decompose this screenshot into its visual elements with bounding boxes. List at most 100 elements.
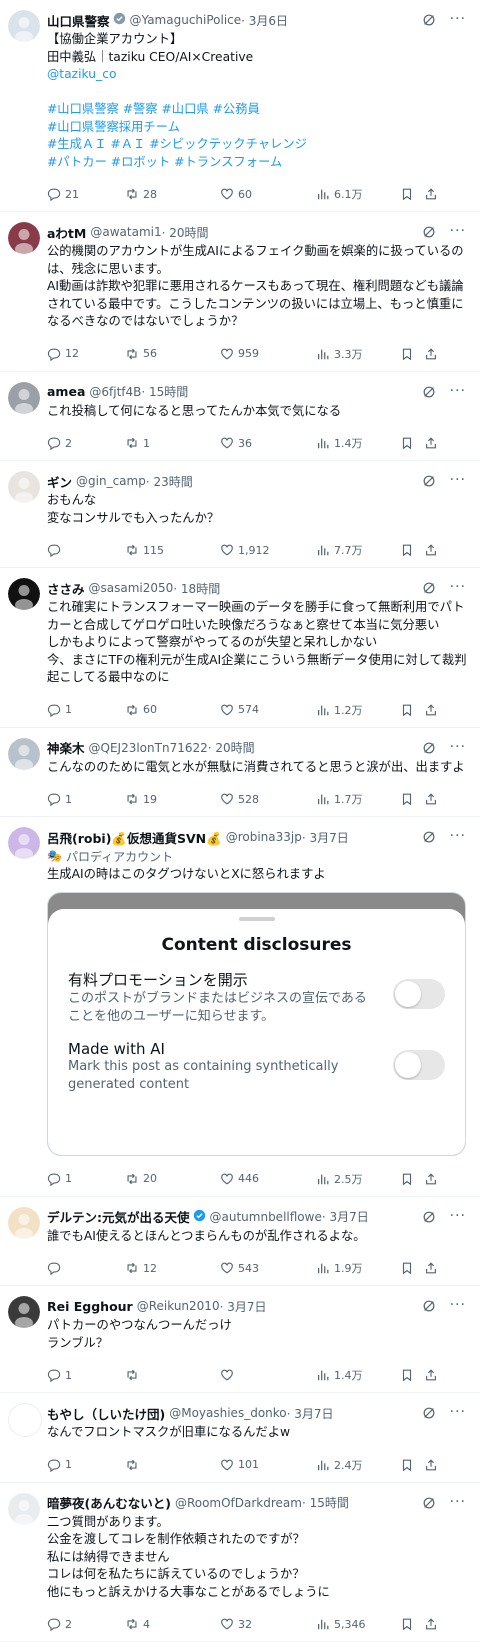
retweet-button[interactable]: 20 (125, 1172, 220, 1186)
timestamp[interactable]: · 15時間 (302, 1494, 349, 1511)
grok-icon[interactable] (422, 224, 436, 238)
like-button[interactable]: 528 (220, 792, 316, 806)
bookmark-button[interactable] (400, 187, 424, 201)
bookmark-button[interactable] (400, 1458, 424, 1472)
retweet-button[interactable]: 28 (125, 187, 220, 201)
reply-button[interactable]: 1 (47, 1458, 125, 1472)
more-options-icon[interactable]: ··· (450, 1298, 466, 1312)
bookmark-button[interactable] (400, 436, 424, 450)
share-button[interactable] (424, 1458, 440, 1472)
reply-button[interactable]: 1 (47, 1172, 125, 1186)
avatar[interactable] (8, 1296, 40, 1328)
grok-icon[interactable] (422, 1495, 436, 1509)
retweet-button[interactable] (125, 1368, 220, 1382)
bookmark-button[interactable] (400, 347, 424, 361)
views-button[interactable]: 2.5万 (316, 1171, 400, 1187)
bookmark-button[interactable] (400, 1617, 424, 1631)
user-handle[interactable]: @autumnbellflowe (210, 1210, 322, 1224)
avatar[interactable] (8, 738, 40, 770)
user-handle[interactable]: @Moyashies_donko (169, 1406, 286, 1420)
tweet-8[interactable]: ··· デルテン:元気が出る天使 @autumnbellflowe · 3月7日… (0, 1197, 480, 1287)
views-button[interactable]: 1.4万 (316, 435, 400, 451)
bookmark-button[interactable] (400, 1172, 424, 1186)
avatar[interactable] (8, 1403, 42, 1437)
timestamp[interactable]: · 3月7日 (322, 1208, 369, 1225)
avatar[interactable] (8, 382, 40, 414)
more-options-icon[interactable]: ··· (450, 580, 466, 594)
tweet-9[interactable]: ··· Rei Egghour @Reikun2010 · 3月7日 パトカーの… (0, 1286, 480, 1393)
more-options-icon[interactable]: ··· (450, 829, 466, 843)
views-button[interactable]: 2.4万 (316, 1457, 400, 1473)
retweet-button[interactable]: 4 (125, 1617, 220, 1631)
share-button[interactable] (424, 1172, 440, 1186)
reply-button[interactable]: 2 (47, 1617, 125, 1631)
user-handle[interactable]: @QEJ23lonTn71622 (89, 741, 208, 755)
reply-button[interactable] (47, 543, 125, 557)
tweet-link-line[interactable]: #生成ＡＩ #ＡＩ #シビックテックチャレンジ (47, 136, 468, 154)
timestamp[interactable]: · 18時間 (173, 580, 220, 597)
reply-button[interactable] (47, 1261, 125, 1275)
reply-button[interactable]: 1 (47, 703, 125, 717)
avatar[interactable] (8, 578, 40, 610)
views-button[interactable]: 7.7万 (316, 542, 400, 558)
like-button[interactable]: 32 (220, 1617, 316, 1631)
timestamp[interactable]: · 3月7日 (302, 829, 349, 846)
bookmark-button[interactable] (400, 703, 424, 717)
avatar[interactable] (8, 471, 40, 503)
tweet-10[interactable]: ··· もやし（しいたけ団) @Moyashies_donko · 3月7日 な… (0, 1393, 480, 1483)
views-button[interactable]: 1.7万 (316, 791, 400, 807)
user-handle[interactable]: @RoomOfDarkdream (175, 1496, 302, 1510)
tweet-7[interactable]: ··· 呂飛(robi)💰仮想通貨SVN💰 @robina33jp · 3月7日… (0, 817, 480, 1197)
share-button[interactable] (424, 792, 440, 806)
retweet-button[interactable]: 56 (125, 347, 220, 361)
reply-button[interactable]: 12 (47, 347, 125, 361)
grok-icon[interactable] (422, 384, 436, 398)
user-handle[interactable]: @Reikun2010 (137, 1299, 220, 1313)
retweet-button[interactable]: 115 (125, 543, 220, 557)
views-button[interactable]: 6.1万 (316, 186, 400, 202)
timestamp[interactable]: · 15時間 (141, 383, 188, 400)
views-button[interactable]: 1.9万 (316, 1260, 400, 1276)
avatar[interactable] (8, 10, 40, 42)
display-name[interactable]: 暗夢夜(あんむないと) (47, 1493, 171, 1512)
tweet-link-line[interactable]: #パトカー #ロボット #トランスフォーム (47, 154, 468, 172)
share-button[interactable] (424, 1617, 440, 1631)
bookmark-button[interactable] (400, 1368, 424, 1382)
like-button[interactable]: 60 (220, 187, 316, 201)
timestamp[interactable]: · 20時間 (208, 739, 255, 756)
tweet-link-line[interactable]: #山口県警察 #警察 #山口県 #公務員 (47, 101, 468, 119)
share-button[interactable] (424, 436, 440, 450)
embedded-screenshot[interactable]: Content disclosures有料プロモーションを開示このポストがブラン… (47, 892, 466, 1156)
tweet-6[interactable]: ··· 神楽木 @QEJ23lonTn71622 · 20時間 こんなののために… (0, 728, 480, 818)
timestamp[interactable]: · 20時間 (162, 224, 209, 241)
like-button[interactable]: 574 (220, 703, 316, 717)
user-handle[interactable]: @gin_camp (76, 474, 146, 488)
display-name[interactable]: デルテン:元気が出る天使 (47, 1207, 190, 1226)
user-handle[interactable]: @sasami2050 (89, 581, 174, 595)
user-handle[interactable]: @YamaguchiPolice (130, 13, 242, 27)
share-button[interactable] (424, 187, 440, 201)
avatar[interactable] (8, 1207, 40, 1239)
timestamp[interactable]: · 3月7日 (220, 1298, 267, 1315)
like-button[interactable]: 446 (220, 1172, 316, 1186)
display-name[interactable]: aわtM (47, 223, 86, 242)
tweet-link-line[interactable]: @taziku_co (47, 66, 468, 84)
user-handle[interactable]: @robina33jp (226, 830, 302, 844)
bookmark-button[interactable] (400, 543, 424, 557)
more-options-icon[interactable]: ··· (450, 473, 466, 487)
display-name[interactable]: ささみ (47, 579, 85, 598)
display-name[interactable]: amea (47, 384, 85, 399)
timestamp[interactable]: · 3月6日 (241, 12, 288, 29)
like-button[interactable]: 1,912 (220, 543, 316, 557)
tweet-2[interactable]: ··· aわtM @awatami1 · 20時間 公的機関のアカウントが生成A… (0, 212, 480, 372)
avatar[interactable] (8, 1493, 40, 1525)
user-handle[interactable]: @6fjtf4B (89, 385, 141, 399)
user-handle[interactable]: @awatami1 (90, 225, 161, 239)
grok-icon[interactable] (422, 1209, 436, 1223)
share-button[interactable] (424, 1261, 440, 1275)
display-name[interactable]: 神楽木 (47, 738, 85, 757)
retweet-button[interactable]: 12 (125, 1261, 220, 1275)
more-options-icon[interactable]: ··· (450, 740, 466, 754)
tweet-3[interactable]: ··· amea @6fjtf4B · 15時間 これ投稿して何になると思ってた… (0, 372, 480, 462)
display-name[interactable]: 呂飛(robi)💰仮想通貨SVN💰 (47, 828, 222, 847)
